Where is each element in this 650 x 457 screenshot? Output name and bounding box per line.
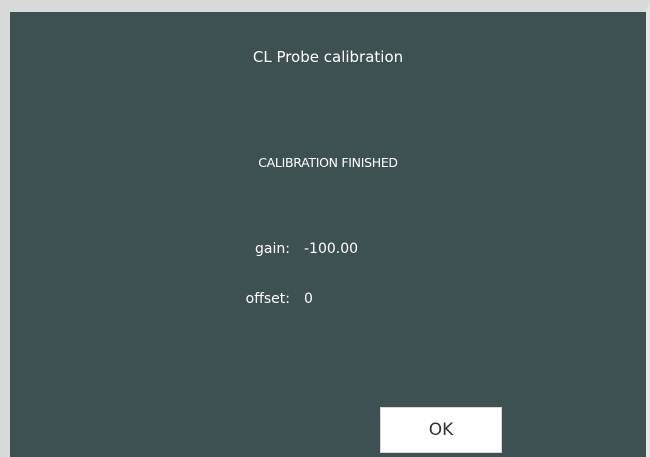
dialog-title: CL Probe calibration bbox=[252, 48, 404, 66]
offset-label: offset: bbox=[245, 291, 290, 307]
ok-button[interactable]: OK bbox=[380, 407, 502, 453]
gain-value: -100.00 bbox=[304, 241, 359, 257]
offset-value: 0 bbox=[304, 291, 313, 307]
offset-value-container: 0 bbox=[304, 291, 404, 311]
gain-label-container: gain: bbox=[170, 241, 290, 261]
offset-label-container: offset: bbox=[170, 291, 290, 311]
gain-value-container: -100.00 bbox=[304, 241, 404, 261]
gain-label: gain: bbox=[255, 241, 290, 257]
calibration-dialog: CL Probe calibration CALIBRATION FINISHE… bbox=[0, 0, 650, 457]
calibration-status-text: CALIBRATION FINISHED bbox=[258, 155, 398, 170]
